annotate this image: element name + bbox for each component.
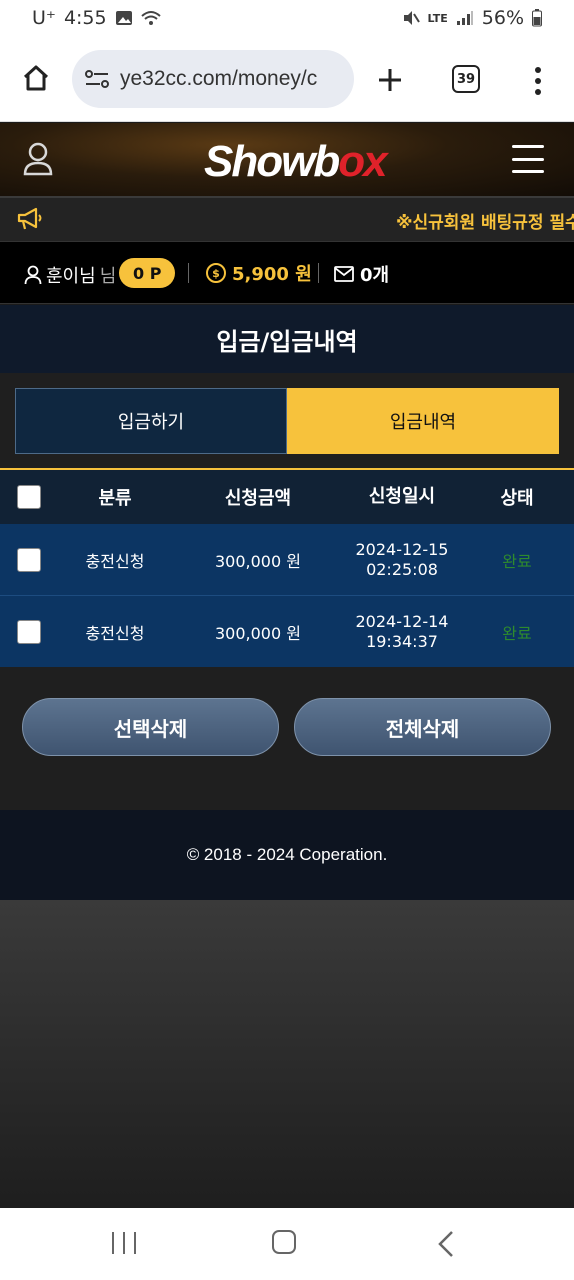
- row-amount: 300,000 원: [215, 623, 301, 643]
- footer: © 2018 - 2024 Coperation.: [0, 810, 574, 900]
- row-checkbox[interactable]: [17, 547, 41, 572]
- envelope-icon: [334, 266, 354, 282]
- table-row[interactable]: 충전신청 300,000 원 2024-12-14 19:34:37 완료: [0, 596, 574, 668]
- select-all-checkbox[interactable]: [17, 485, 41, 509]
- mute-icon: [403, 11, 420, 25]
- select-all-cell: [0, 470, 58, 524]
- browser-menu-button[interactable]: [526, 64, 550, 98]
- battery-icon: [532, 9, 542, 27]
- row-time: 02:25:08: [366, 559, 438, 579]
- account-button[interactable]: [22, 141, 54, 177]
- username-suffix: 님: [99, 266, 117, 287]
- row-select-cell: [0, 596, 58, 667]
- action-buttons: 선택삭제 전체삭제: [0, 667, 574, 810]
- delete-selected-button[interactable]: 선택삭제: [22, 698, 279, 756]
- new-tab-button[interactable]: [372, 62, 408, 98]
- back-button[interactable]: [436, 1230, 456, 1258]
- megaphone-icon: [17, 207, 42, 230]
- divider: [318, 263, 319, 283]
- user-icon: [23, 142, 53, 176]
- dot-icon: [535, 67, 541, 73]
- messages[interactable]: 0개: [334, 261, 389, 287]
- row-status: 완료: [502, 551, 532, 571]
- username-text: 훈이님: [46, 266, 96, 287]
- notice-text: ※신규회원 배팅규정 필수: [396, 213, 574, 233]
- deposit-history-table: 분류 신청금액 신청일시 상태 충전신청 300,000 원 2024-12-1…: [0, 468, 574, 668]
- address-bar[interactable]: ye32cc.com/money/c: [72, 50, 354, 108]
- points-badge[interactable]: 0 P: [119, 258, 176, 288]
- recents-icon: [112, 1232, 114, 1254]
- balance[interactable]: $ 5,900 원: [206, 260, 312, 286]
- header-amount: 신청금액: [224, 488, 292, 509]
- user-info-bar: 훈이님 님 0 P $ 5,900 원 0개: [0, 242, 574, 304]
- header-date: 신청일시: [368, 486, 436, 507]
- recents-icon: [134, 1232, 136, 1254]
- row-select-cell: [0, 524, 58, 595]
- site-menu-button[interactable]: [512, 145, 544, 173]
- row-status: 완료: [502, 623, 532, 643]
- network-type: LTE: [427, 11, 448, 25]
- user-icon: [24, 265, 42, 285]
- user-name[interactable]: 훈이님 님: [24, 262, 116, 288]
- gallery-icon: [115, 11, 132, 25]
- tab-deposit[interactable]: 입금하기: [15, 388, 287, 454]
- tab-deposit-history[interactable]: 입금내역: [287, 388, 559, 454]
- row-amount: 300,000 원: [215, 551, 301, 571]
- site-settings-icon: [85, 70, 109, 88]
- url-text: ye32cc.com/money/c: [120, 67, 318, 90]
- divider: [188, 263, 189, 283]
- home-icon: [23, 65, 49, 91]
- site-logo[interactable]: Showbox: [204, 137, 388, 187]
- dot-icon: [535, 78, 541, 84]
- header-status: 상태: [500, 488, 534, 509]
- row-datetime: 2024-12-14 19:34:37: [344, 596, 460, 667]
- table-header: 분류 신청금액 신청일시 상태: [0, 470, 574, 524]
- system-home-button[interactable]: [272, 1230, 296, 1254]
- signal-icon: [456, 11, 473, 25]
- menu-bar-icon: [512, 170, 544, 173]
- dot-icon: [535, 89, 541, 95]
- menu-bar-icon: [512, 157, 544, 161]
- delete-all-button[interactable]: 전체삭제: [294, 698, 551, 756]
- row-category: 충전신청: [85, 623, 145, 643]
- messages-count: 0개: [360, 265, 390, 286]
- page-title: 입금/입금내역: [0, 305, 574, 373]
- row-datetime: 2024-12-15 02:25:08: [344, 524, 460, 595]
- menu-bar-icon: [512, 145, 544, 148]
- tab-switcher-button[interactable]: 39: [452, 65, 480, 93]
- browser-home-button[interactable]: [18, 60, 54, 96]
- browser-toolbar: ye32cc.com/money/c 39: [0, 40, 574, 122]
- plus-icon: [379, 69, 401, 91]
- table-row[interactable]: 충전신청 300,000 원 2024-12-15 02:25:08 완료: [0, 524, 574, 596]
- balance-text: 5,900 원: [232, 264, 312, 285]
- recents-button[interactable]: [112, 1232, 136, 1254]
- row-category: 충전신청: [85, 551, 145, 571]
- row-checkbox[interactable]: [17, 619, 41, 644]
- clock: 4:55: [63, 7, 107, 29]
- system-nav-bar: [0, 1208, 574, 1280]
- battery-percent: 56%: [481, 7, 524, 29]
- status-bar: U⁺ 4:55 LTE 56%: [0, 0, 574, 40]
- wifi-calling-icon: [140, 11, 161, 25]
- logo-text-accent: ox: [338, 137, 387, 186]
- coin-icon: $: [206, 263, 226, 283]
- carrier-label: U⁺: [32, 7, 56, 29]
- site-header: Showbox: [0, 123, 574, 198]
- row-date: 2024-12-14: [355, 611, 449, 631]
- recents-icon: [123, 1232, 125, 1254]
- copyright-text: © 2018 - 2024 Coperation.: [186, 845, 388, 864]
- header-category: 분류: [98, 488, 132, 509]
- row-date: 2024-12-15: [355, 539, 449, 559]
- notice-marquee: ※신규회원 배팅규정 필수: [0, 198, 574, 242]
- tab-bar: 입금하기 입금내역: [0, 373, 574, 469]
- logo-text-main: Showb: [204, 137, 340, 186]
- row-time: 19:34:37: [366, 631, 438, 651]
- page-background: [0, 900, 574, 1208]
